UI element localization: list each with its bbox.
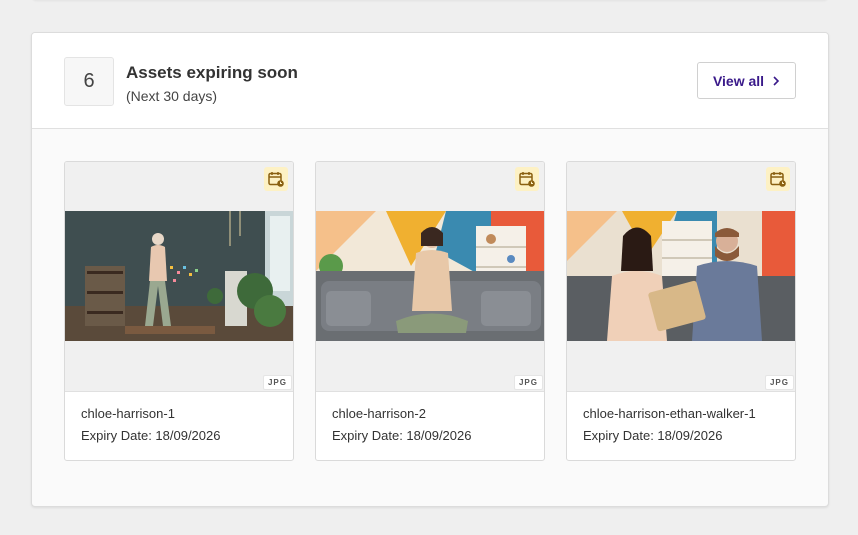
file-type-badge: JPG xyxy=(764,375,794,390)
asset-name: chloe-harrison-2 xyxy=(332,406,426,421)
panel-title: Assets expiring soon xyxy=(126,63,298,82)
asset-count: 6 xyxy=(64,57,114,106)
asset-thumbnail: JPG xyxy=(567,162,795,392)
asset-name: chloe-harrison-1 xyxy=(81,406,175,421)
asset-card[interactable]: JPG chloe-harrison-ethan-walker-1 Expiry… xyxy=(566,161,796,461)
asset-card[interactable]: JPG chloe-harrison-2 Expiry Date: 18/09/… xyxy=(315,161,545,461)
panel-header: 6 Assets expiring soon (Next 30 days) Vi… xyxy=(32,33,828,129)
panel-subtitle: (Next 30 days) xyxy=(126,88,218,104)
asset-thumbnail: JPG xyxy=(316,162,544,392)
asset-thumbnail: JPG xyxy=(65,162,293,392)
asset-image xyxy=(567,211,795,341)
asset-expiry-date: Expiry Date: 18/09/2026 xyxy=(81,428,221,443)
file-type-badge: JPG xyxy=(262,375,292,390)
view-all-label: View all xyxy=(712,72,765,89)
view-all-button[interactable]: View all xyxy=(697,62,796,99)
expiring-assets-panel: 6 Assets expiring soon (Next 30 days) Vi… xyxy=(31,32,829,507)
asset-expiry-date: Expiry Date: 18/09/2026 xyxy=(332,428,472,443)
asset-name: chloe-harrison-ethan-walker-1 xyxy=(583,406,756,421)
calendar-clock-icon xyxy=(264,167,288,191)
asset-image xyxy=(65,211,293,341)
file-type-badge: JPG xyxy=(513,375,543,390)
chevron-right-icon xyxy=(773,75,780,86)
asset-card[interactable]: JPG chloe-harrison-1 Expiry Date: 18/09/… xyxy=(64,161,294,461)
asset-card-list: JPG chloe-harrison-1 Expiry Date: 18/09/… xyxy=(64,161,796,461)
asset-expiry-date: Expiry Date: 18/09/2026 xyxy=(583,428,723,443)
asset-image xyxy=(316,211,544,341)
calendar-clock-icon xyxy=(515,167,539,191)
calendar-clock-icon xyxy=(766,167,790,191)
